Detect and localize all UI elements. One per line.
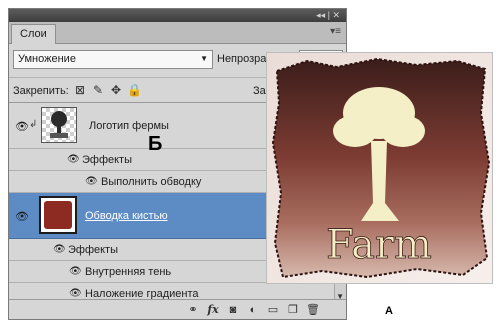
lock-brush-icon[interactable]: ✎ xyxy=(91,83,105,97)
close-icon[interactable]: ✕ xyxy=(332,10,340,20)
lock-move-icon[interactable]: ✥ xyxy=(109,83,123,97)
layer-name[interactable]: Обводка кистью xyxy=(85,210,168,222)
effect-name: Выполнить обводку xyxy=(101,176,202,188)
chevron-down-icon: ▼ xyxy=(200,54,208,63)
effect-name: Внутренняя тень xyxy=(85,266,172,278)
panel-bottom-bar: ⚭ fx ◙ ◐ ▭ ❐ 🗑 xyxy=(9,299,346,319)
brush-swatch xyxy=(44,201,72,229)
callout-label-a: A xyxy=(385,305,393,317)
farm-logo-preview: Farm xyxy=(266,52,493,284)
eye-icon[interactable]: 👁 xyxy=(15,210,29,223)
blend-mode-select[interactable]: Умножение ▼ xyxy=(13,50,213,69)
clipping-arrow-icon: ↲ xyxy=(29,119,38,130)
lock-all-icon[interactable]: 🔒 xyxy=(127,83,142,97)
new-layer-icon[interactable]: ❐ xyxy=(285,303,301,317)
eye-icon[interactable]: 👁 xyxy=(15,120,29,133)
eye-icon[interactable]: 👁 xyxy=(69,288,82,299)
lock-transparent-icon[interactable]: ⊠ xyxy=(73,83,87,97)
tab-layers[interactable]: Слои xyxy=(11,24,56,44)
lock-label: Закрепить: xyxy=(13,85,69,97)
eye-icon[interactable]: 👁 xyxy=(53,244,66,255)
eye-icon[interactable]: 👁 xyxy=(67,154,80,165)
callout-label-b: Б xyxy=(148,133,163,155)
panel-tabbar: Слои ▾≡ xyxy=(9,22,346,44)
link-layers-icon[interactable]: ⚭ xyxy=(185,303,201,317)
layer-thumbnail-brush xyxy=(39,196,77,234)
new-group-icon[interactable]: ▭ xyxy=(265,303,281,317)
layer-thumbnail-logo xyxy=(41,107,77,143)
titlebar-icons: ◂◂ | ✕ xyxy=(316,10,340,20)
farm-logo-artwork: Farm xyxy=(267,53,492,283)
effects-label: Эффекты xyxy=(68,244,119,256)
fx-icon[interactable]: fx xyxy=(205,303,221,317)
adjustment-layer-icon[interactable]: ◐ xyxy=(245,303,261,317)
effects-label: Эффекты xyxy=(82,154,133,166)
collapse-icon[interactable]: ◂◂ xyxy=(316,10,325,20)
eye-icon[interactable]: 👁 xyxy=(69,266,82,277)
panel-menu-icon[interactable]: ▾≡ xyxy=(330,26,341,37)
layer-name: Логотип фермы xyxy=(89,120,169,132)
farm-logo-text: Farm xyxy=(326,222,432,268)
trash-icon[interactable]: 🗑 xyxy=(305,303,321,317)
tree-logo-thumb-icon xyxy=(50,111,68,138)
blend-mode-value: Умножение xyxy=(18,53,76,65)
layer-mask-icon[interactable]: ◙ xyxy=(225,303,241,317)
tab-layers-label: Слои xyxy=(20,28,47,40)
panel-titlebar: ◂◂ | ✕ xyxy=(9,9,346,22)
eye-icon[interactable]: 👁 xyxy=(85,176,98,187)
